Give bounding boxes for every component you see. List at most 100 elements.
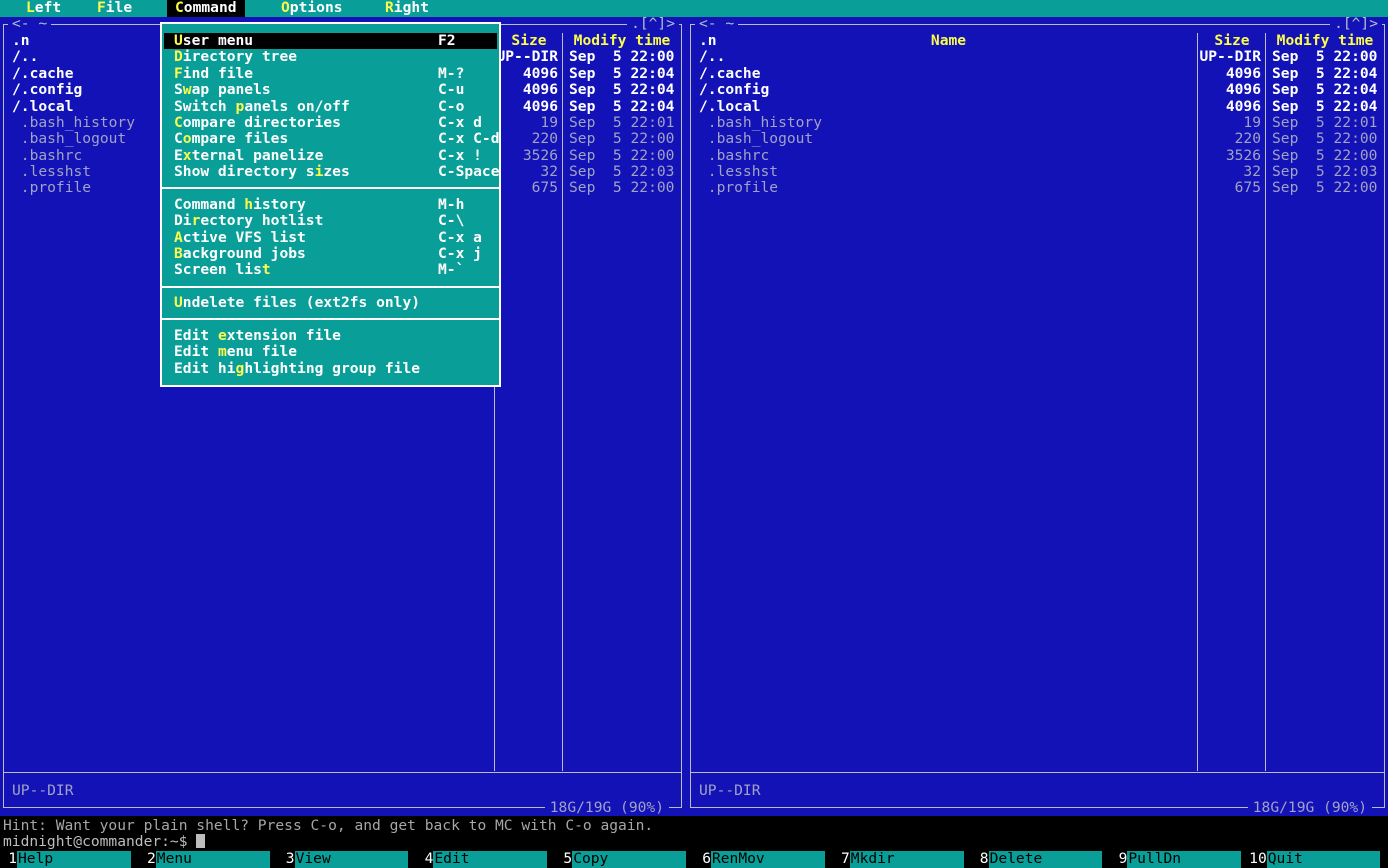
file-row[interactable]: .profile675Sep 5 22:00	[691, 180, 1384, 196]
fnkey-label: RenMov	[711, 851, 825, 868]
fnkey-menu[interactable]: 2Menu	[139, 851, 278, 868]
fnkey-copy[interactable]: 5Copy	[555, 851, 694, 868]
file-row[interactable]: .bash_logout220Sep 5 22:00	[691, 131, 1384, 147]
hotkey-letter: h	[244, 196, 253, 213]
fnkey-edit[interactable]: 4Edit	[416, 851, 555, 868]
fnkey-pulldn[interactable]: 9PullDn	[1110, 851, 1249, 868]
menubar-item-command[interactable]: Command	[167, 0, 245, 17]
menubar-item-options[interactable]: Options	[273, 0, 351, 17]
file-name: .bashrc	[691, 148, 1198, 164]
panel-column-headers[interactable]: .nName Size Modify time	[691, 33, 1384, 49]
hotkey-letter: L	[26, 0, 35, 16]
modify-column-header[interactable]: Modify time	[1266, 33, 1384, 49]
menu-item-shortcut: C-x !	[438, 148, 482, 164]
fnkey-renmov[interactable]: 6RenMov	[694, 851, 833, 868]
hotkey-letter: U	[174, 294, 183, 311]
file-modify-time: Sep 5 22:04	[563, 66, 681, 82]
free-space-indicator: 18G/19G (90%)	[545, 800, 669, 816]
file-size: 4096	[495, 82, 563, 98]
file-row[interactable]: .lesshst32Sep 5 22:03	[691, 164, 1384, 180]
mini-status: UP--DIR	[12, 783, 74, 799]
menu-item-background-jobs[interactable]: Background jobsC-x j	[164, 246, 497, 262]
menu-item-switch-panels-on-off[interactable]: Switch panels on/offC-o	[164, 99, 497, 115]
file-row[interactable]: /..UP--DIRSep 5 22:00	[691, 49, 1384, 65]
file-modify-time: Sep 5 22:04	[563, 82, 681, 98]
menu-item-shortcut: C-o	[438, 99, 464, 115]
size-column-header[interactable]: Size	[1198, 33, 1266, 49]
file-size: 675	[1198, 180, 1266, 196]
hotkey-letter: m	[218, 343, 227, 360]
file-size: 19	[1198, 115, 1266, 131]
file-row[interactable]: /.config4096Sep 5 22:04	[691, 82, 1384, 98]
menu-item-compare-directories[interactable]: Compare directoriesC-x d	[164, 115, 497, 131]
hotkey-letter: x	[183, 147, 192, 164]
hotkey-letter: e	[218, 327, 227, 344]
file-row[interactable]: /.local4096Sep 5 22:04	[691, 99, 1384, 115]
fnkey-number: 1	[0, 851, 17, 868]
name-column-header[interactable]: Name	[699, 33, 1198, 49]
fnkey-quit[interactable]: 10Quit	[1249, 851, 1388, 868]
fnkey-label: Copy	[572, 851, 686, 868]
fnkey-delete[interactable]: 8Delete	[972, 851, 1111, 868]
menu-item-show-directory-sizes[interactable]: Show directory sizesC-Space	[164, 164, 497, 180]
menu-item-undelete-files-ext2fs-only[interactable]: Undelete files (ext2fs only)	[164, 295, 497, 311]
right-panel: <- ~ .[^]> .nName Size Modify time /..UP…	[690, 24, 1385, 808]
menu-item-swap-panels[interactable]: Swap panelsC-u	[164, 82, 497, 98]
menu-item-directory-hotlist[interactable]: Directory hotlistC-\	[164, 213, 497, 229]
menu-item-shortcut: C-x j	[438, 246, 482, 262]
menu-separator	[162, 311, 499, 327]
hotkey-letter: i	[315, 163, 324, 180]
file-modify-time: Sep 5 22:00	[1266, 148, 1384, 164]
menu-item-user-menu[interactable]: User menuF2	[164, 33, 497, 49]
file-row[interactable]: .bashrc3526Sep 5 22:00	[691, 148, 1384, 164]
fnkey-view[interactable]: 3View	[278, 851, 417, 868]
file-modify-time: Sep 5 22:00	[563, 148, 681, 164]
file-modify-time: Sep 5 22:00	[563, 131, 681, 147]
command-menu-dropdown: User menuF2Directory treeFind fileM-?Swa…	[160, 22, 501, 387]
mini-status-divider	[4, 772, 681, 773]
menubar-item-right[interactable]: Right	[377, 0, 437, 17]
file-row[interactable]: .bash_history19Sep 5 22:01	[691, 115, 1384, 131]
menu-item-edit-menu-file[interactable]: Edit menu file	[164, 344, 497, 360]
modify-column-header[interactable]: Modify time	[563, 33, 681, 49]
menu-item-shortcut: C-Space	[438, 164, 500, 180]
file-name: /.local	[691, 99, 1198, 115]
menubar-item-file[interactable]: File	[89, 0, 140, 17]
fnkey-mkdir[interactable]: 7Mkdir	[833, 851, 972, 868]
hotkey-letter: r	[192, 212, 201, 229]
file-modify-time: Sep 5 22:04	[563, 99, 681, 115]
file-modify-time: Sep 5 22:04	[1266, 99, 1384, 115]
menu-item-command-history[interactable]: Command historyM-h	[164, 197, 497, 213]
file-size: 3526	[1198, 148, 1266, 164]
menu-item-active-vfs-list[interactable]: Active VFS listC-x a	[164, 230, 497, 246]
menu-item-edit-highlighting-group-file[interactable]: Edit highlighting group file	[164, 361, 497, 377]
panel-path-label[interactable]: <- ~	[695, 16, 738, 32]
fnkey-label: PullDn	[1127, 851, 1241, 868]
hotkey-letter: R	[385, 0, 394, 16]
menu-item-edit-extension-file[interactable]: Edit extension file	[164, 328, 497, 344]
menu-item-find-file[interactable]: Find fileM-?	[164, 66, 497, 82]
mini-status: UP--DIR	[699, 783, 761, 799]
menu-separator	[162, 279, 499, 295]
fnkey-label: Quit	[1267, 851, 1380, 868]
menu-item-shortcut: M-?	[438, 66, 464, 82]
fnkey-number: 5	[555, 851, 572, 868]
panel-nav-buttons[interactable]: .[^]>	[627, 16, 679, 32]
fnkey-label: Help	[17, 851, 131, 868]
panel-path-label[interactable]: <- ~	[8, 16, 51, 32]
panel-nav-buttons[interactable]: .[^]>	[1330, 16, 1382, 32]
menu-item-compare-files[interactable]: Compare filesC-x C-d	[164, 131, 497, 147]
size-column-header[interactable]: Size	[495, 33, 563, 49]
menu-item-screen-list[interactable]: Screen listM-`	[164, 262, 497, 278]
file-row[interactable]: /.cache4096Sep 5 22:04	[691, 66, 1384, 82]
shell-prompt[interactable]: midnight@commander:~$	[3, 834, 205, 850]
menu-item-external-panelize[interactable]: External panelizeC-x !	[164, 148, 497, 164]
menu-bar[interactable]: Left File Command Options Right	[0, 0, 1388, 17]
file-size: 4096	[495, 99, 563, 115]
menubar-item-left[interactable]: Left	[18, 0, 69, 17]
menu-item-directory-tree[interactable]: Directory tree	[164, 49, 497, 65]
menu-item-shortcut: C-u	[438, 82, 464, 98]
sort-indicator: .n	[12, 33, 30, 49]
fnkey-help[interactable]: 1Help	[0, 851, 139, 868]
file-size: 32	[495, 164, 563, 180]
